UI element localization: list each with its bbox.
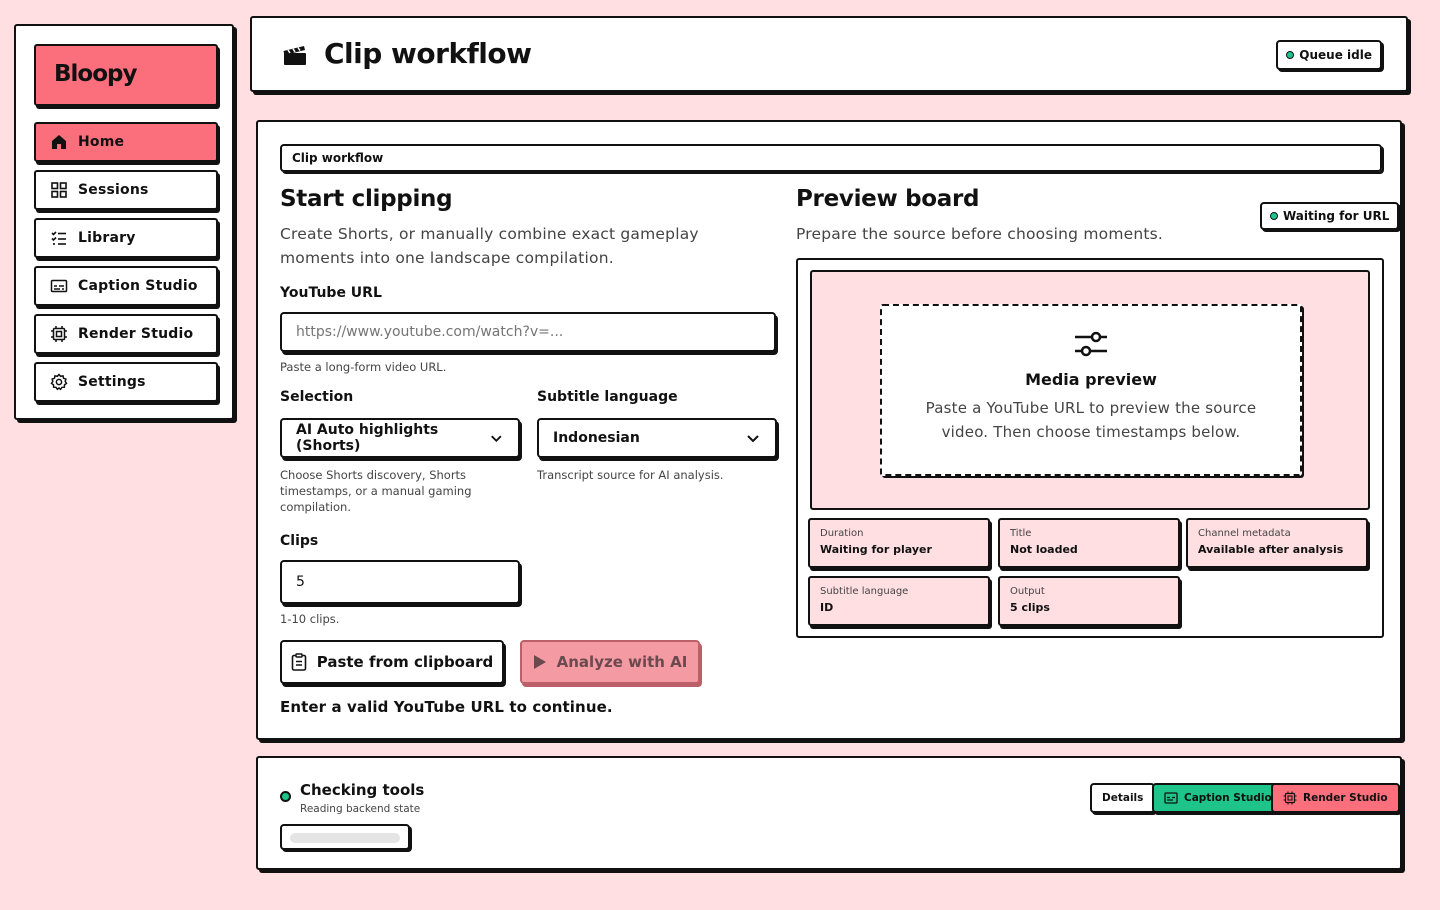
breadcrumb: Clip workflow <box>280 144 1382 172</box>
clapperboard-icon <box>282 43 308 67</box>
meta-key: Subtitle language <box>820 586 909 597</box>
meta-value: ID <box>820 601 834 614</box>
sidebar-item-caption-studio[interactable]: Caption Studio <box>34 266 218 306</box>
media-preview-text: Paste a YouTube URL to preview the sourc… <box>925 399 1257 441</box>
queue-status-text: Queue idle <box>1299 48 1372 62</box>
url-label: YouTube URL <box>280 285 382 301</box>
sidebar-item-label: Sessions <box>78 182 149 198</box>
home-icon <box>50 133 68 151</box>
sidebar-item-render-studio[interactable]: Render Studio <box>34 314 218 354</box>
meta-title: Title Not loaded <box>998 518 1180 568</box>
start-description: Create Shorts, or manually combine exact… <box>280 225 699 267</box>
subtitle-value: Indonesian <box>553 430 640 446</box>
chip-icon <box>50 325 68 343</box>
status-bar: Checking tools Reading backend state Det… <box>256 756 1402 870</box>
meta-key: Channel metadata <box>1198 528 1291 539</box>
preview-status-text: Waiting for URL <box>1283 209 1390 223</box>
selection-label: Selection <box>280 389 354 405</box>
sidebar-item-label: Settings <box>78 374 146 390</box>
sidebar-item-label: Home <box>78 134 125 150</box>
subtitle-label: Subtitle language <box>537 389 678 405</box>
status-dot-icon <box>280 791 291 802</box>
sliders-icon <box>1075 331 1107 357</box>
page-title: Clip workflow <box>324 37 532 70</box>
status-dot-icon <box>1270 212 1278 220</box>
preview-description: Prepare the source before choosing momen… <box>796 225 1164 243</box>
main-panel: Clip workflow Start clipping Create Shor… <box>256 120 1402 740</box>
analyze-ai-button[interactable]: Analyze with AI <box>520 640 700 684</box>
selection-select[interactable]: AI Auto highlights (Shorts) <box>280 418 520 458</box>
meta-value: Not loaded <box>1010 543 1078 556</box>
analyze-button-label: Analyze with AI <box>556 653 688 671</box>
selection-value: AI Auto highlights (Shorts) <box>296 422 439 454</box>
meta-value: Available after analysis <box>1198 543 1344 556</box>
meta-output: Output 5 clips <box>998 576 1180 626</box>
status-progress-bar <box>280 824 410 850</box>
media-preview-title: Media preview <box>1025 370 1157 389</box>
sidebar-item-label: Library <box>78 230 136 246</box>
sidebar-item-settings[interactable]: Settings <box>34 362 218 402</box>
meta-key: Output <box>1010 586 1045 597</box>
details-button[interactable]: Details <box>1090 783 1156 813</box>
play-icon <box>533 655 546 669</box>
paste-button-label: Paste from clipboard <box>316 653 494 671</box>
meta-value: 5 clips <box>1010 601 1050 614</box>
meta-duration: Duration Waiting for player <box>808 518 990 568</box>
media-preview-area: Media preview Paste a YouTube URL to pre… <box>810 270 1370 510</box>
sidebar-item-home[interactable]: Home <box>34 122 218 162</box>
status-dot-icon <box>1286 51 1295 59</box>
sidebar: Bloopy Home Sessions Library Caption Stu… <box>14 24 234 420</box>
sidebar-item-sessions[interactable]: Sessions <box>34 170 218 210</box>
preview-frame: Media preview Paste a YouTube URL to pre… <box>796 258 1384 638</box>
render-studio-button[interactable]: Render Studio <box>1271 783 1400 813</box>
validation-message: Enter a valid YouTube URL to continue. <box>280 698 613 716</box>
meta-key: Duration <box>820 528 864 539</box>
render-button-label: Render Studio <box>1303 792 1388 804</box>
chevron-down-icon <box>747 435 759 443</box>
meta-key: Title <box>1010 528 1032 539</box>
meta-channel: Channel metadata Available after analysi… <box>1186 518 1368 568</box>
media-preview-dropzone: Media preview Paste a YouTube URL to pre… <box>880 304 1302 476</box>
caption-icon <box>50 277 68 295</box>
chip-icon <box>1283 791 1297 805</box>
status-subtitle: Reading backend state <box>300 803 421 815</box>
clipboard-icon <box>291 653 307 671</box>
chevron-down-icon <box>491 435 502 443</box>
meta-subtitle-language: Subtitle language ID <box>808 576 990 626</box>
queue-status-badge: Queue idle <box>1276 40 1382 70</box>
gear-icon <box>50 373 68 391</box>
selection-hint: Choose Shorts discovery, Shorts timestam… <box>280 468 472 514</box>
page-header: Clip workflow Queue idle <box>250 16 1408 92</box>
caption-icon <box>1164 792 1178 804</box>
preview-title: Preview board <box>796 186 980 212</box>
subtitle-language-select[interactable]: Indonesian <box>537 418 777 458</box>
sidebar-item-library[interactable]: Library <box>34 218 218 258</box>
clips-hint: 1-10 clips. <box>280 612 340 626</box>
meta-value: Waiting for player <box>820 543 932 556</box>
paste-clipboard-button[interactable]: Paste from clipboard <box>280 640 504 684</box>
start-title: Start clipping <box>280 186 453 212</box>
sidebar-item-label: Caption Studio <box>78 278 198 294</box>
subtitle-hint: Transcript source for AI analysis. <box>537 468 724 482</box>
caption-button-label: Caption Studio <box>1184 792 1272 804</box>
list-check-icon <box>50 229 68 247</box>
preview-status-badge: Waiting for URL <box>1260 202 1400 230</box>
sidebar-item-label: Render Studio <box>78 326 194 342</box>
clips-label: Clips <box>280 533 319 549</box>
grid-icon <box>50 181 68 199</box>
details-button-label: Details <box>1102 792 1144 804</box>
caption-studio-button[interactable]: Caption Studio <box>1152 783 1284 813</box>
youtube-url-input[interactable] <box>280 312 776 352</box>
brand-logo[interactable]: Bloopy <box>34 44 218 106</box>
progress-track <box>290 833 400 843</box>
status-title: Checking tools <box>300 781 425 799</box>
clips-input[interactable]: 5 <box>280 560 520 604</box>
url-hint: Paste a long-form video URL. <box>280 360 447 374</box>
clips-value: 5 <box>296 574 305 590</box>
